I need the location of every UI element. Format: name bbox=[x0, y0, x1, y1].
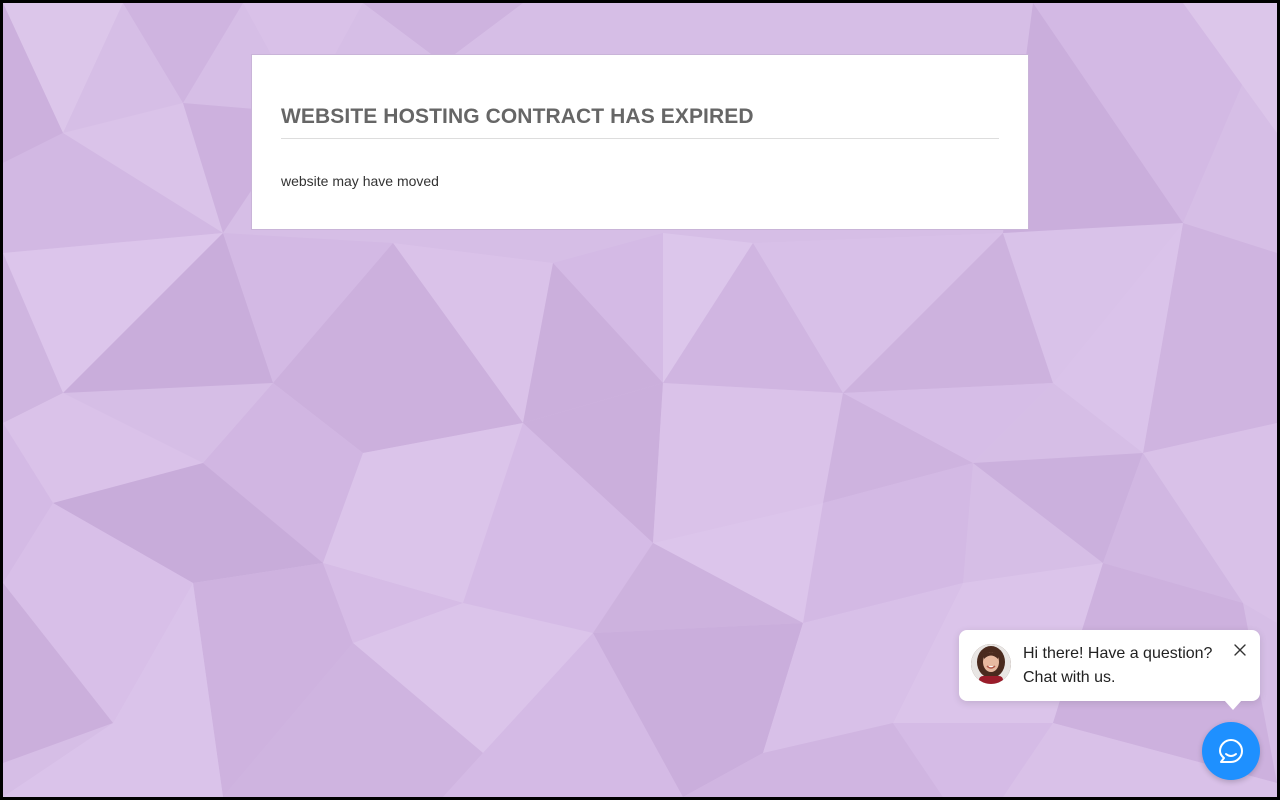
title-divider bbox=[281, 138, 999, 139]
close-icon bbox=[1234, 644, 1246, 656]
agent-avatar bbox=[971, 644, 1011, 684]
chat-greeting-line-1: Hi there! Have a question? bbox=[1023, 645, 1213, 662]
close-button[interactable] bbox=[1232, 642, 1248, 658]
page-title: WEBSITE HOSTING CONTRACT HAS EXPIRED bbox=[281, 105, 754, 128]
chat-launcher-button[interactable] bbox=[1202, 722, 1260, 780]
chat-greeting-bubble[interactable]: Hi there! Have a question? Chat with us. bbox=[959, 630, 1260, 710]
chat-greeting-text: Hi there! Have a question? Chat with us. bbox=[1023, 642, 1223, 690]
page-frame: WEBSITE HOSTING CONTRACT HAS EXPIRED web… bbox=[0, 0, 1280, 800]
avatar-image bbox=[971, 644, 1011, 684]
expired-notice-card: WEBSITE HOSTING CONTRACT HAS EXPIRED web… bbox=[251, 54, 1029, 230]
chat-icon bbox=[1219, 739, 1243, 763]
chat-greeting-line-2: Chat with us. bbox=[1023, 669, 1116, 686]
notice-message: website may have moved bbox=[281, 173, 439, 189]
